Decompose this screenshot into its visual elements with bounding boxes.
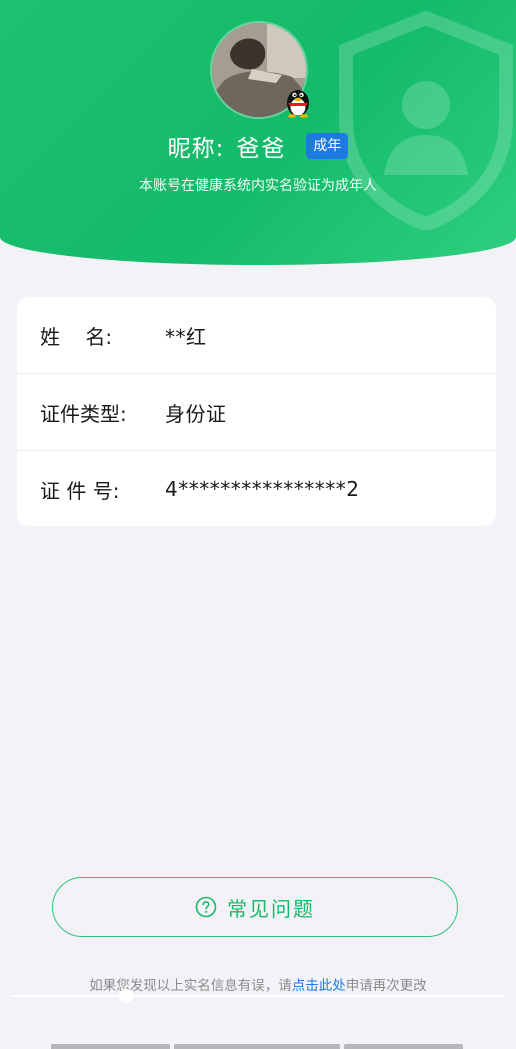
- id-type-row: 证件类型: 身份证: [17, 374, 496, 451]
- video-scrubber-track[interactable]: [10, 995, 504, 997]
- adult-status-badge: 成年: [306, 133, 349, 159]
- id-number-label: 证 件 号:: [40, 478, 120, 503]
- tab-segment: [51, 1044, 170, 1049]
- name-value: **红: [165, 324, 207, 349]
- verification-note: 本账号在健康系统内实名验证为成年人: [139, 178, 377, 194]
- name-label: 姓 名:: [40, 324, 113, 349]
- footer-edit-link[interactable]: 点击此处: [292, 978, 346, 994]
- id-number-row: 证 件 号: 4****************2: [17, 451, 496, 526]
- tab-segment: [174, 1044, 340, 1049]
- footer-text-after: 申请再次更改: [345, 978, 427, 994]
- name-row: 姓 名: **红: [17, 297, 496, 374]
- question-circle-icon: [195, 896, 217, 918]
- nickname-row: 昵称: 爸爸 成年: [0, 124, 516, 168]
- nickname-label: 昵称:: [167, 136, 225, 162]
- faq-button-label: 常见问题: [227, 896, 315, 921]
- id-type-value: 身份证: [165, 401, 227, 426]
- video-scrubber-knob[interactable]: [119, 989, 133, 1003]
- identity-info-card: 姓 名: **红 证件类型: 身份证 证 件 号: 4*************…: [17, 297, 496, 526]
- tab-segment: [344, 1044, 463, 1049]
- footer-note: 如果您发现以上实名信息有误，请点击此处申请再次更改: [0, 974, 516, 994]
- bottom-tab-strip: [51, 1044, 463, 1049]
- nickname-value: 爸爸: [236, 136, 287, 162]
- shield-watermark-icon: [339, 10, 513, 230]
- qq-penguin-icon: [287, 90, 309, 118]
- faq-button[interactable]: 常见问题: [52, 877, 458, 937]
- id-type-label: 证件类型:: [40, 401, 127, 426]
- id-number-value: 4****************2: [165, 477, 360, 501]
